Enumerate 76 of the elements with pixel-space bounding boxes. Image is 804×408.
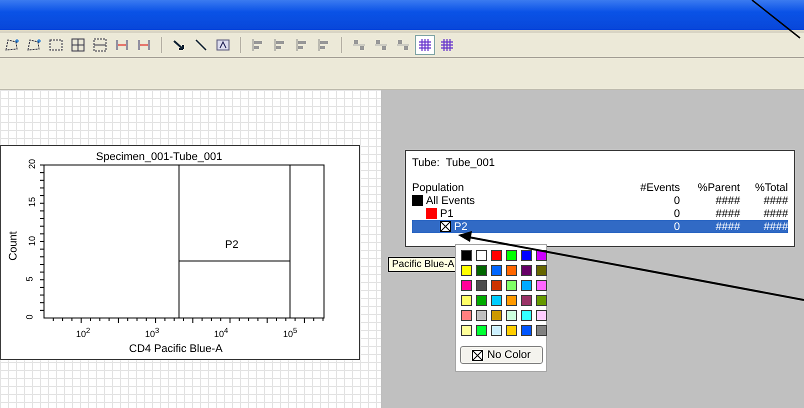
color-swatch[interactable] [536, 295, 547, 306]
color-swatch[interactable] [506, 295, 517, 306]
axis-label: Count [8, 231, 20, 261]
color-swatch[interactable] [521, 325, 532, 336]
tick-label: 5 [24, 276, 34, 282]
population-row[interactable]: All Events 0 #### #### [412, 194, 788, 207]
table-cell-text: #### [714, 208, 740, 220]
population-name: P1 [440, 208, 454, 220]
color-swatch[interactable] [521, 250, 532, 261]
population-name: All Events [426, 194, 475, 206]
color-swatch[interactable] [536, 280, 547, 291]
table-cell-text: 0 [672, 208, 680, 220]
tube-name: Tube_001 [446, 157, 495, 169]
no-color-icon [472, 350, 484, 360]
table-cell-text: #### [714, 220, 740, 232]
table-cell-text: #### [762, 194, 788, 206]
column-header: %Total [754, 182, 788, 194]
color-swatch[interactable] [461, 280, 472, 291]
tick-label: 0 [24, 314, 34, 320]
color-swatch[interactable] [426, 208, 437, 219]
color-swatch[interactable] [491, 250, 502, 261]
color-swatch[interactable] [536, 310, 547, 321]
color-swatch[interactable] [491, 310, 502, 321]
tube-label: Tube: [412, 157, 440, 169]
column-header: #Events [639, 182, 680, 194]
gate-label: P2 [225, 239, 238, 251]
color-swatch[interactable] [476, 265, 487, 276]
table-cell-text: #### [714, 194, 740, 206]
color-swatch[interactable] [536, 265, 547, 276]
color-swatch[interactable] [536, 325, 547, 336]
color-swatch[interactable] [461, 295, 472, 306]
color-swatch[interactable] [476, 310, 487, 321]
color-swatch[interactable] [461, 250, 472, 261]
color-swatch[interactable] [491, 295, 502, 306]
tick-label: 10$^{5}$ [283, 326, 298, 339]
tick-label: 20 [27, 159, 37, 169]
color-swatch[interactable] [506, 280, 517, 291]
no-color-button[interactable]: No Color [460, 346, 543, 364]
color-swatch[interactable] [491, 280, 502, 291]
column-header: %Parent [696, 182, 740, 194]
tick-label: 10$^{3}$ [145, 326, 160, 339]
color-swatch[interactable] [521, 295, 532, 306]
population-row[interactable]: P2 0 #### #### [412, 220, 788, 233]
color-swatch[interactable] [506, 325, 517, 336]
tick-label: 10$^{4}$ [214, 326, 228, 339]
tick-label: 15 [27, 197, 37, 208]
table-cell-text: #### [762, 220, 788, 232]
color-swatch[interactable] [491, 325, 502, 336]
population-row[interactable]: P1 0 #### #### [412, 207, 788, 220]
color-swatch[interactable] [506, 250, 517, 261]
color-swatch[interactable] [521, 265, 532, 276]
population-name: P2 [454, 220, 468, 232]
leader-line [752, 0, 800, 39]
column-header: Population [412, 182, 465, 194]
color-swatch[interactable] [476, 280, 487, 291]
tick-label: 10 [27, 236, 37, 246]
color-swatch[interactable] [476, 295, 487, 306]
color-swatch[interactable] [506, 310, 517, 321]
tick-label: 10$^{2}$ [76, 326, 90, 339]
color-swatch[interactable] [476, 325, 487, 336]
table-cell-text: #### [762, 208, 788, 220]
color-swatch[interactable] [476, 250, 487, 261]
color-swatch[interactable] [412, 195, 423, 206]
color-swatch[interactable] [461, 325, 472, 336]
color-swatch[interactable] [521, 280, 532, 291]
no-color-icon[interactable] [440, 221, 451, 232]
color-swatch[interactable] [506, 265, 517, 276]
table-cell-text: 0 [672, 194, 680, 206]
color-swatch[interactable] [521, 310, 532, 321]
grid-tool-icon[interactable] [415, 35, 435, 55]
color-swatch[interactable] [461, 265, 472, 276]
color-swatch[interactable] [461, 310, 472, 321]
color-swatch[interactable] [491, 265, 502, 276]
axis-label: CD4 Pacific Blue-A [129, 343, 223, 355]
plot-title: Specimen_001-Tube_001 [96, 151, 222, 163]
table-cell-text: 0 [672, 220, 680, 232]
